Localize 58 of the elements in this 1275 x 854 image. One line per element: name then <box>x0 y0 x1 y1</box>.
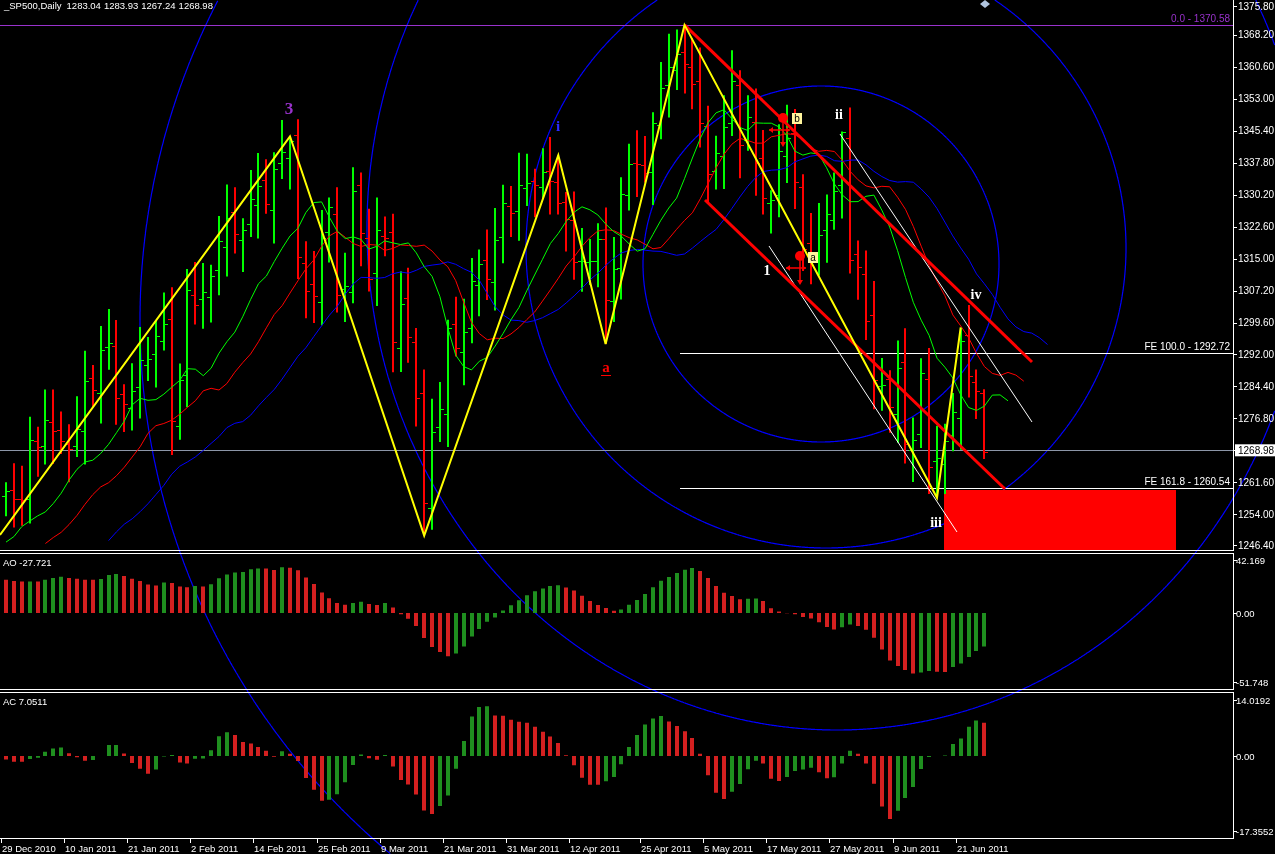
price-axis-label: 1322.60 <box>1238 221 1275 233</box>
price-axis-label: 1254.00 <box>1238 508 1275 520</box>
wave-label: ii <box>835 107 843 122</box>
date-axis-label: 9 Jun 2011 <box>894 843 941 854</box>
level-label: FE 100.0 - 1292.72 <box>1144 341 1230 352</box>
price-axis-label: 1315.00 <box>1238 253 1275 265</box>
diamond-icon <box>980 0 990 8</box>
price-axis-label: 1299.60 <box>1238 317 1275 328</box>
price-axis-label: 1337.80 <box>1238 157 1275 169</box>
value-axis-label: -17.3552 <box>1236 825 1274 837</box>
wave-label: a <box>601 359 611 376</box>
level-label: FE 161.8 - 1260.54 <box>1144 476 1230 487</box>
price-axis-label: 1292.00 <box>1238 348 1275 360</box>
date-axis-label: 12 Apr 2011 <box>570 843 621 854</box>
date-axis-label: 21 Jun 2011 <box>957 843 1009 854</box>
price-axis-label: 1360.60 <box>1238 61 1275 73</box>
price-axis-label: 1246.40 <box>1238 539 1275 551</box>
indicator-title: AO -27.721 <box>3 557 52 568</box>
value-axis-label: 0.00 <box>1236 750 1255 762</box>
ohlc-value: 1267.24 <box>141 0 176 12</box>
price-axis-label: 1284.40 <box>1238 380 1275 392</box>
ohlc-value: 1268.98 <box>178 0 213 12</box>
price-axis-label: 1353.00 <box>1238 93 1275 105</box>
value-axis-label: 0.00 <box>1236 607 1255 619</box>
date-axis-label: 9 Mar 2011 <box>381 843 429 854</box>
ohlc-value: 1283.04 <box>66 0 101 12</box>
wave-label: 3 <box>284 99 294 118</box>
level-label: 0.0 - 1370.58 <box>1171 13 1230 24</box>
current-price-label: 1268.98 <box>1235 444 1275 457</box>
date-axis-label: 25 Apr 2011 <box>641 843 692 854</box>
indicator-title: AC 7.0511 <box>3 696 48 707</box>
date-axis-label: 2 Feb 2011 <box>191 843 239 854</box>
price-axis-label: 1307.20 <box>1238 285 1275 297</box>
value-axis-label: 42.169 <box>1236 554 1266 566</box>
date-axis-label: 21 Jan 2011 <box>128 843 180 854</box>
date-axis-label: 17 May 2011 <box>767 843 822 854</box>
date-axis-label: 29 Dec 2010 <box>2 843 56 854</box>
value-axis-label: -51.748 <box>1236 676 1269 688</box>
date-axis-label: 25 Feb 2011 <box>318 843 371 854</box>
date-axis-label: 27 May 2011 <box>830 843 885 854</box>
dot-arrows-icon <box>785 251 807 285</box>
wave-label: i <box>555 118 561 134</box>
ohlc-value: 1283.93 <box>103 0 139 12</box>
wave-label: iv <box>970 287 982 302</box>
wave-label: 1 <box>763 263 771 278</box>
date-axis-label: 31 Mar 2011 <box>507 843 560 854</box>
chart-symbol: _SP500,Daily <box>4 0 62 12</box>
date-axis-label: 5 May 2011 <box>704 843 753 854</box>
marker-tag: b <box>792 113 802 124</box>
price-axis-label: 1330.20 <box>1238 189 1275 201</box>
date-axis-label: 21 Mar 2011 <box>444 843 497 854</box>
marker-tag: a <box>808 252 818 263</box>
dot-arrows-icon <box>768 113 791 147</box>
date-axis-label: 10 Jan 2011 <box>65 843 117 854</box>
price-axis-label: 1345.40 <box>1238 125 1275 137</box>
wave-label: iii <box>930 515 942 530</box>
date-axis-label: 14 Feb 2011 <box>254 843 307 854</box>
value-axis-label: 14.0192 <box>1236 694 1271 706</box>
